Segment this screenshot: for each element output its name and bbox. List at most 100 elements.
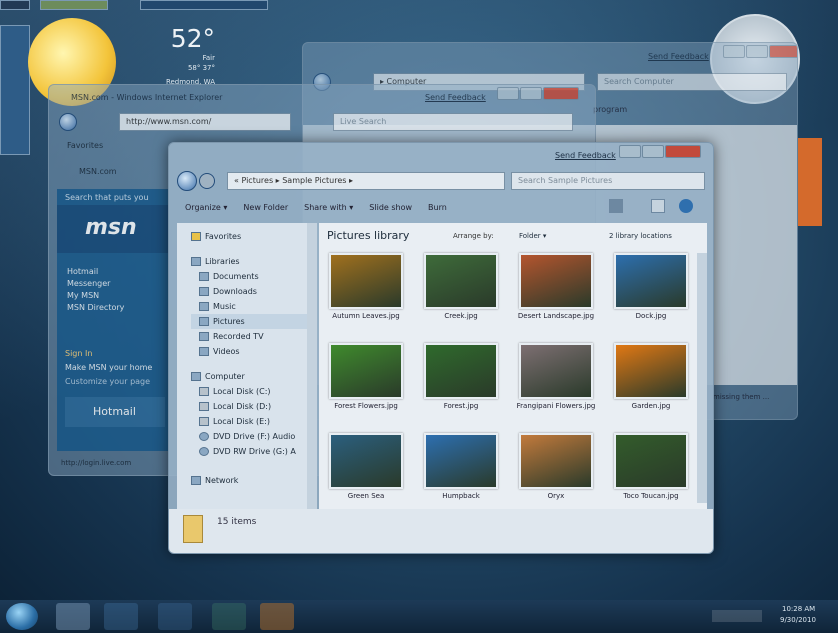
send-feedback-link[interactable]: Send Feedback	[555, 151, 616, 160]
picture-thumbnail[interactable]: Desert Landscape.jpg	[511, 253, 601, 343]
msn-logo: msn	[85, 215, 137, 240]
picture-thumbnail[interactable]: Garden.jpg	[606, 343, 696, 433]
taskbar-ie-icon[interactable]	[104, 603, 138, 630]
customize-link[interactable]: Customize your page	[65, 377, 150, 386]
clock-date[interactable]: 9/30/2010	[780, 616, 816, 624]
thumbnail-image	[329, 253, 403, 309]
burn-button[interactable]: Burn	[428, 203, 447, 212]
desktop-thumbnail	[140, 0, 268, 10]
close-button[interactable]	[665, 145, 701, 158]
organize-button[interactable]: Organize ▾	[185, 203, 227, 212]
network-icon	[191, 476, 201, 485]
picture-thumbnail[interactable]: Forest Flowers.jpg	[321, 343, 411, 433]
maximize-button[interactable]	[746, 45, 768, 58]
forward-button[interactable]	[199, 173, 215, 189]
library-locations-link[interactable]: 2 library locations	[609, 232, 672, 240]
library-title: Pictures library	[327, 229, 410, 242]
minimize-button[interactable]	[619, 145, 641, 158]
search-input[interactable]: Search Computer	[597, 73, 787, 91]
ie-statusbar: http://login.live.com	[61, 459, 132, 467]
link-my-msn[interactable]: My MSN	[67, 291, 124, 300]
start-button[interactable]	[6, 603, 38, 630]
nav-downloads[interactable]: Downloads	[191, 284, 317, 299]
nav-network[interactable]: Network	[191, 473, 317, 488]
make-msn-home-link[interactable]: Make MSN your home	[65, 363, 152, 372]
share-with-button[interactable]: Share with ▾	[304, 203, 353, 212]
preview-pane-icon[interactable]	[651, 199, 665, 213]
nav-videos[interactable]: Videos	[191, 344, 317, 359]
nav-pictures[interactable]: Pictures	[191, 314, 317, 329]
folder-icon	[183, 515, 203, 543]
search-input[interactable]: Search Sample Pictures	[511, 172, 705, 190]
link-hotmail[interactable]: Hotmail	[67, 267, 124, 276]
msn-page: Search that puts you msn Hotmail Messeng…	[57, 189, 169, 451]
nav-recorded-tv[interactable]: Recorded TV	[191, 329, 317, 344]
picture-thumbnail[interactable]: Frangipani Flowers.jpg	[511, 343, 601, 433]
nav-documents[interactable]: Documents	[191, 269, 317, 284]
back-button[interactable]	[177, 171, 197, 191]
minimize-button[interactable]	[723, 45, 745, 58]
nav-libraries[interactable]: Libraries	[191, 254, 317, 269]
desktop-thumbnail	[40, 0, 108, 10]
window-controls	[619, 145, 701, 158]
picture-thumbnail[interactable]: Dock.jpg	[606, 253, 696, 343]
link-msn-directory[interactable]: MSN Directory	[67, 303, 124, 312]
taskbar-explorer-icon[interactable]	[56, 603, 90, 630]
taskbar-media-icon[interactable]	[260, 603, 294, 630]
system-tray-icons[interactable]	[712, 610, 762, 622]
picture-thumbnail[interactable]: Autumn Leaves.jpg	[321, 253, 411, 343]
address-bar[interactable]: « Pictures ▸ Sample Pictures ▸	[227, 172, 505, 190]
content-scrollbar[interactable]	[697, 253, 707, 503]
arrange-dropdown[interactable]: Folder ▾	[519, 232, 546, 240]
nav-drive[interactable]: Local Disk (C:)	[191, 384, 317, 399]
clock-time[interactable]: 10:28 AM	[782, 605, 815, 613]
picture-thumbnail[interactable]: Forest.jpg	[416, 343, 506, 433]
taskbar-messenger-icon[interactable]	[212, 603, 246, 630]
explorer-window[interactable]: Send Feedback « Pictures ▸ Sample Pictur…	[168, 142, 714, 554]
nav-computer[interactable]: Computer	[191, 369, 317, 384]
dvd-icon	[199, 447, 209, 456]
window-title: MSN.com - Windows Internet Explorer	[71, 93, 223, 102]
taskbar-window-icon[interactable]	[158, 603, 192, 630]
nav-drive[interactable]: Local Disk (D:)	[191, 399, 317, 414]
nav-drive[interactable]: DVD Drive (F:) Audio	[191, 429, 317, 444]
slide-show-button[interactable]: Slide show	[369, 203, 412, 212]
thumbnail-caption: Dock.jpg	[635, 312, 667, 320]
favorites-button[interactable]: Favorites	[67, 141, 103, 150]
pictures-icon	[199, 317, 209, 326]
search-input[interactable]: Live Search	[333, 113, 573, 131]
nav-favorites[interactable]: Favorites	[191, 229, 317, 244]
help-icon[interactable]	[679, 199, 693, 213]
picture-thumbnail[interactable]: Creek.jpg	[416, 253, 506, 343]
desktop-thumbnail	[0, 0, 30, 10]
thumbnail-image	[329, 343, 403, 399]
link-messenger[interactable]: Messenger	[67, 279, 124, 288]
back-button[interactable]	[59, 113, 77, 131]
toolbar: program	[593, 105, 627, 114]
maximize-button[interactable]	[520, 87, 542, 100]
address-bar[interactable]: http://www.msn.com/	[119, 113, 291, 131]
sign-in-link[interactable]: Sign In	[65, 349, 92, 358]
nav-music[interactable]: Music	[191, 299, 317, 314]
send-feedback-link[interactable]: Send Feedback	[425, 93, 486, 102]
send-feedback-link[interactable]: Send Feedback	[648, 52, 709, 61]
nav-scrollbar[interactable]	[307, 223, 317, 511]
minimize-button[interactable]	[497, 87, 519, 100]
close-button[interactable]	[769, 45, 797, 58]
tab-msn[interactable]: MSN.com	[79, 167, 117, 176]
toolbar-item[interactable]: program	[593, 105, 627, 114]
nav-drive[interactable]: DVD RW Drive (G:) A	[191, 444, 317, 459]
thumbnail-image	[424, 433, 498, 489]
thumbnail-image	[614, 253, 688, 309]
msn-links: Hotmail Messenger My MSN MSN Directory	[67, 267, 124, 312]
hotmail-banner[interactable]: Hotmail	[65, 397, 165, 427]
views-icon[interactable]	[609, 199, 623, 213]
details-pane: 15 items	[169, 509, 713, 553]
dvd-icon	[199, 432, 209, 441]
nav-drive[interactable]: Local Disk (E:)	[191, 414, 317, 429]
new-folder-button[interactable]: New Folder	[243, 203, 288, 212]
arrange-label: Arrange by:	[453, 232, 494, 240]
maximize-button[interactable]	[642, 145, 664, 158]
thumbnail-caption: Creek.jpg	[444, 312, 478, 320]
close-button[interactable]	[543, 87, 579, 100]
